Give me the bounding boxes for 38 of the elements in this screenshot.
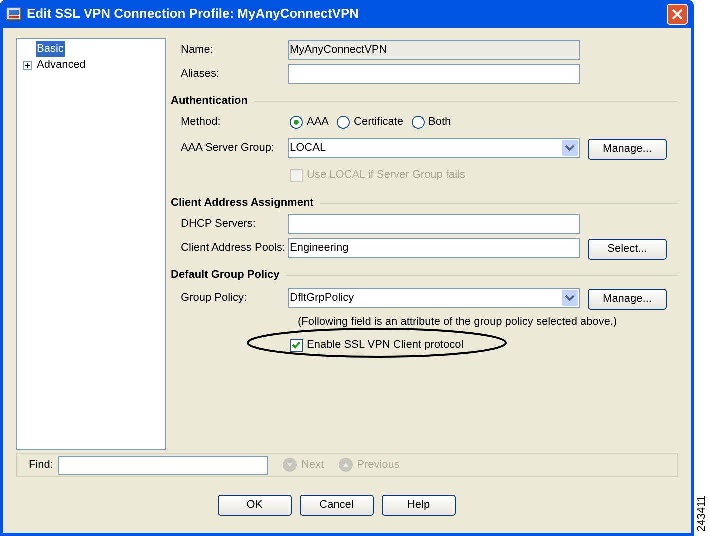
field-label: Name: [181, 42, 214, 58]
tree-item[interactable]: Basic [36, 40, 65, 58]
text-field[interactable] [288, 64, 580, 84]
dialog-button[interactable]: Manage... [588, 138, 667, 160]
radio-option[interactable]: AAA [290, 114, 330, 130]
figure-number: 243411 [694, 496, 708, 532]
radio-option[interactable]: Both [412, 114, 452, 130]
checkmark-icon [292, 340, 301, 350]
dialog-button[interactable]: Cancel [300, 495, 374, 516]
field-label: AAA Server Group: [181, 140, 276, 156]
chevron-down-icon [562, 290, 578, 306]
text-field[interactable]: Engineering [288, 238, 580, 258]
dropdown[interactable]: LOCAL [288, 138, 580, 158]
close-button[interactable] [666, 4, 688, 24]
chevron-down-icon [562, 140, 578, 156]
section-heading: Authentication [171, 94, 248, 109]
dialog-button[interactable]: OK [218, 495, 292, 516]
expand-icon[interactable] [22, 60, 32, 70]
app-icon [6, 6, 22, 22]
note-text: (Following field is an attribute of the group policy selected above.) [298, 314, 618, 330]
dialog-button[interactable]: Manage... [588, 288, 667, 310]
text-field[interactable] [288, 214, 580, 234]
field-label: Method: [181, 114, 222, 130]
dialog-button[interactable]: Select... [588, 238, 667, 260]
dialog-button[interactable]: Help [382, 495, 456, 516]
find-field[interactable] [58, 456, 268, 474]
dropdown[interactable]: DfltGrpPolicy [288, 288, 580, 308]
radio-option[interactable]: Certificate [337, 114, 404, 130]
field-label: DHCP Servers: [181, 216, 257, 232]
field-label: Group Policy: [181, 290, 248, 306]
tree-item[interactable]: Advanced [36, 56, 87, 74]
field-label: Aliases: [181, 66, 221, 82]
window-title: Edit SSL VPN Connection Profile: MyAnyConnectVPN [27, 5, 360, 24]
find-label: Find: [29, 458, 54, 473]
section-heading: Default Group Policy [171, 268, 280, 283]
section-heading: Client Address Assignment [171, 196, 314, 211]
close-icon [672, 8, 682, 20]
field-label: Client Address Pools: [181, 240, 287, 256]
